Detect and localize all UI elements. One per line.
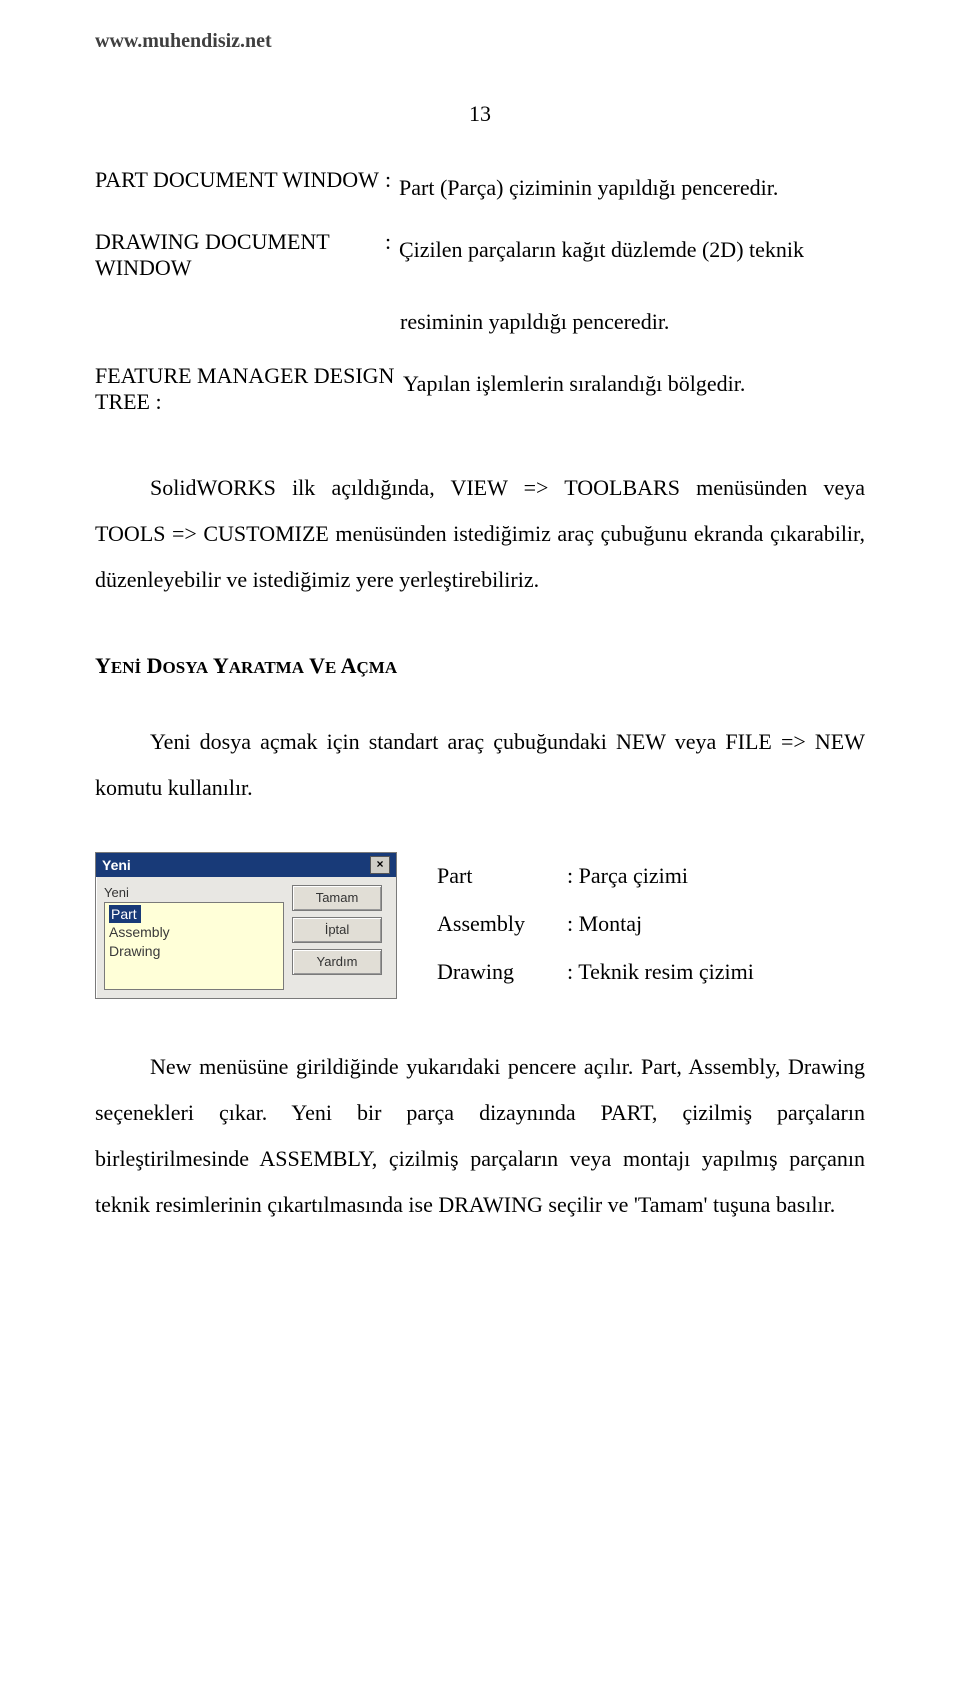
def-row-drawing: DRAWING DOCUMENT WINDOW : Çizilen parçal…	[95, 229, 865, 281]
opt-value: : Teknik resim çizimi	[567, 948, 754, 996]
dialog-body: Yeni Part Assembly Drawing Tamam İptal Y…	[96, 877, 396, 998]
dialog-title: Yeni	[102, 857, 131, 873]
site-url: www.muhendisiz.net	[95, 30, 865, 53]
opt-value: : Montaj	[567, 900, 754, 948]
dialog-list-label: Yeni	[104, 885, 284, 900]
cancel-button[interactable]: İptal	[292, 917, 382, 943]
def-term: FEATURE MANAGER DESIGN TREE :	[95, 363, 403, 415]
dialog-listbox[interactable]: Part Assembly Drawing	[104, 902, 284, 990]
def-value: Part (Parça) çiziminin yapıldığı pencere…	[399, 167, 865, 209]
def-term: DRAWING DOCUMENT WINDOW	[95, 229, 385, 281]
opt-part: Part : Parça çizimi	[437, 852, 754, 900]
list-option-part[interactable]: Part	[109, 905, 141, 924]
option-definitions: Part : Parça çizimi Assembly : Montaj Dr…	[437, 852, 754, 997]
help-button[interactable]: Yardım	[292, 949, 382, 975]
opt-term: Assembly	[437, 900, 567, 948]
list-option-assembly[interactable]: Assembly	[109, 924, 170, 940]
def-value: Çizilen parçaların kağıt düzlemde (2D) t…	[399, 229, 865, 281]
list-option-drawing[interactable]: Drawing	[109, 943, 160, 959]
section-title: YENİ DOSYA YARATMA VE AÇMA	[95, 653, 865, 679]
paragraph-3: New menüsüne girildiğinde yukarıdaki pen…	[95, 1044, 865, 1229]
dialog-list-group: Yeni Part Assembly Drawing	[104, 885, 284, 990]
opt-assembly: Assembly : Montaj	[437, 900, 754, 948]
paragraph-1: SolidWORKS ilk açıldığında, VIEW => TOOL…	[95, 465, 865, 604]
def-row-feature: FEATURE MANAGER DESIGN TREE : Yapılan iş…	[95, 363, 865, 415]
new-dialog: Yeni × Yeni Part Assembly Drawing Tamam …	[95, 852, 397, 999]
opt-value: : Parça çizimi	[567, 852, 754, 900]
opt-term: Part	[437, 852, 567, 900]
paragraph-2: Yeni dosya açmak için standart araç çubu…	[95, 719, 865, 811]
def-sep: :	[385, 167, 399, 209]
figure-section: Yeni × Yeni Part Assembly Drawing Tamam …	[95, 852, 865, 999]
def-row-part: PART DOCUMENT WINDOW : Part (Parça) çizi…	[95, 167, 865, 209]
def-value: Yapılan işlemlerin sıralandığı bölgedir.	[403, 363, 865, 415]
def-sep: :	[385, 229, 399, 281]
def-term: PART DOCUMENT WINDOW	[95, 167, 385, 209]
def-continuation: resiminin yapıldığı penceredir.	[400, 301, 865, 343]
dialog-titlebar: Yeni ×	[96, 853, 396, 877]
dialog-buttons: Tamam İptal Yardım	[292, 885, 382, 990]
opt-drawing: Drawing : Teknik resim çizimi	[437, 948, 754, 996]
page-number: 13	[95, 101, 865, 127]
opt-term: Drawing	[437, 948, 567, 996]
close-icon[interactable]: ×	[370, 856, 390, 874]
document-page: www.muhendisiz.net 13 PART DOCUMENT WIND…	[0, 0, 960, 1308]
ok-button[interactable]: Tamam	[292, 885, 382, 911]
